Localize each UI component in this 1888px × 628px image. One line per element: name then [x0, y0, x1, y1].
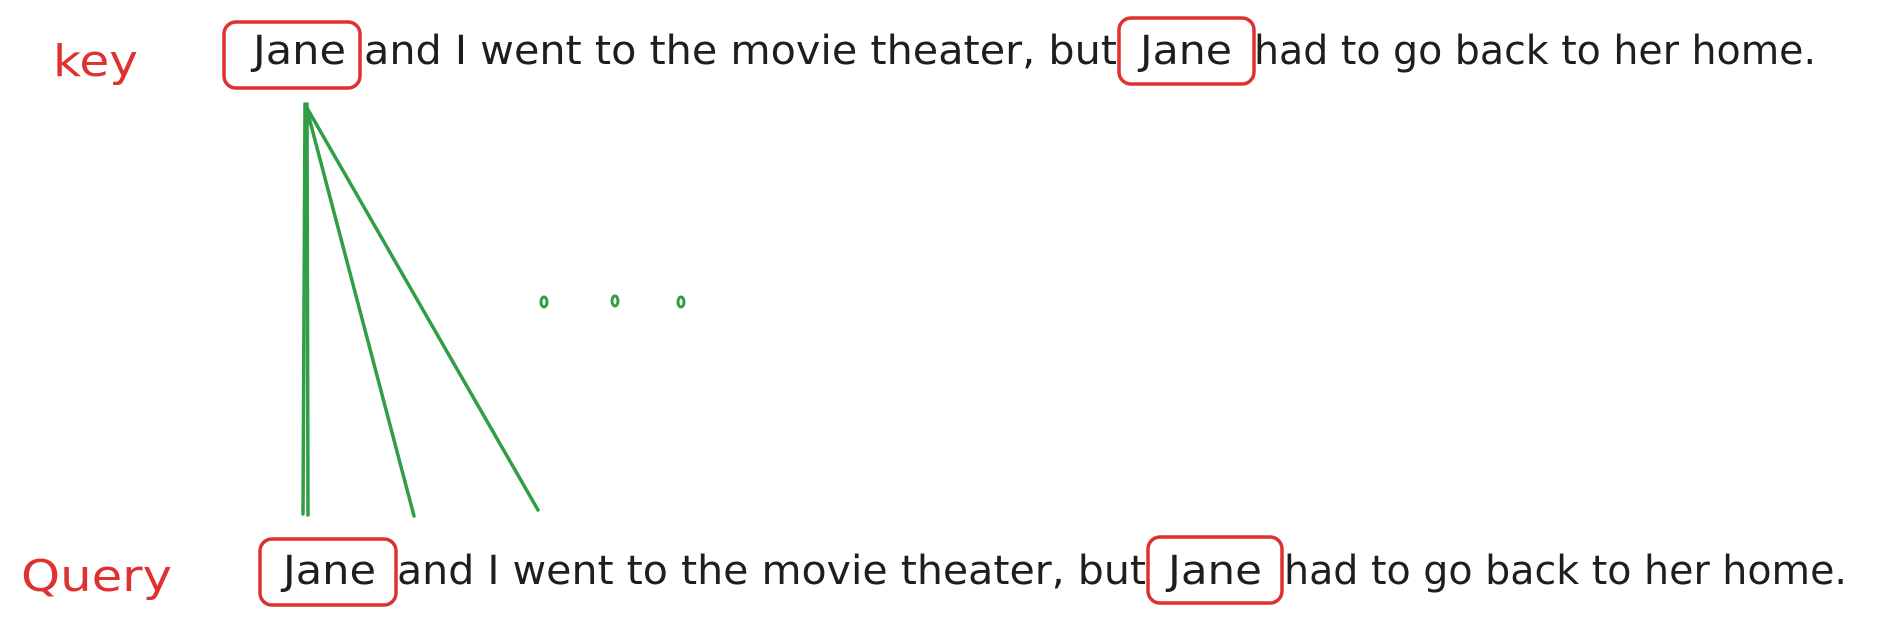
key-label: key	[53, 36, 138, 87]
query-text-middle: and I went to the movie theater, but	[397, 548, 1146, 594]
query-text-end: had to go back to her home.	[1284, 548, 1847, 594]
query-token-jane-1: Jane	[280, 548, 376, 594]
key-token-jane-2: Jane	[1137, 28, 1232, 74]
key-token-jane-1: Jane	[250, 28, 346, 74]
attention-line-2	[305, 102, 310, 517]
attention-line-1	[301, 102, 307, 516]
key-text-middle: and I went to the movie theater, but	[364, 28, 1117, 74]
query-token-jane-2: Jane	[1165, 548, 1262, 594]
attention-line-4	[305, 106, 540, 512]
attention-lines	[301, 102, 540, 518]
key-text-end: had to go back to her home.	[1254, 28, 1816, 74]
ellipsis-dot	[610, 294, 620, 308]
attention-diagram: key Jane and I went to the movie theater…	[21, 16, 1847, 607]
query-label: Query	[21, 551, 172, 602]
ellipsis-dots: ...	[539, 294, 686, 309]
ellipsis-dot	[539, 295, 549, 309]
ellipsis-dot	[676, 295, 686, 309]
attention-line-3	[304, 104, 416, 518]
